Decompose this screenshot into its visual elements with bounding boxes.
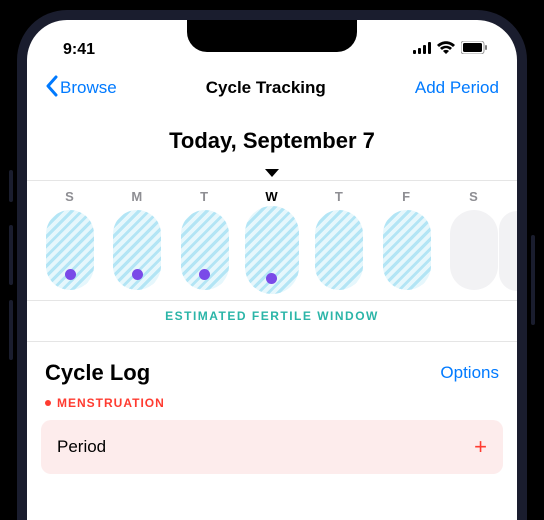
next-day-peek (499, 211, 517, 291)
day-column[interactable]: M (106, 189, 168, 294)
side-button-volume-down (9, 300, 13, 360)
red-dot-icon (45, 400, 51, 406)
menstruation-text: MENSTRUATION (57, 396, 165, 410)
day-letter: S (65, 189, 75, 204)
day-letter: T (200, 189, 209, 204)
back-label: Browse (60, 78, 117, 98)
cellular-icon (413, 41, 431, 59)
wifi-icon (437, 41, 455, 59)
add-period-button[interactable]: Add Period (415, 78, 499, 98)
options-button[interactable]: Options (440, 363, 499, 383)
nav-title: Cycle Tracking (206, 78, 326, 98)
day-pill (181, 210, 229, 290)
phone-frame: 9:41 Browse Cycle Tracking Add Period To… (17, 10, 527, 520)
day-pill (450, 210, 498, 290)
day-letter: M (131, 189, 143, 204)
navigation-bar: Browse Cycle Tracking Add Period (27, 66, 517, 110)
cycle-log-title: Cycle Log (45, 360, 150, 386)
day-letter: S (469, 189, 479, 204)
fertile-window-label: ESTIMATED FERTILE WINDOW (27, 301, 517, 342)
ovulation-dot-icon (266, 273, 277, 284)
side-button-power (531, 235, 535, 325)
menstruation-section-label: MENSTRUATION (27, 390, 517, 416)
period-row[interactable]: Period + (41, 420, 503, 474)
day-letter: W (265, 189, 278, 204)
day-pill (113, 210, 161, 290)
period-label: Period (57, 437, 106, 457)
status-time: 9:41 (63, 41, 95, 59)
notch (187, 20, 357, 52)
day-column[interactable]: S (39, 189, 101, 294)
day-pill (46, 210, 94, 290)
ovulation-dot-icon (65, 269, 76, 280)
day-column[interactable]: F (376, 189, 438, 294)
ovulation-dot-icon (199, 269, 210, 280)
side-button-silent (9, 170, 13, 202)
side-button-volume-up (9, 225, 13, 285)
day-column[interactable]: W (241, 189, 303, 294)
today-heading: Today, September 7 (27, 110, 517, 164)
day-pill (383, 210, 431, 290)
cycle-log-header: Cycle Log Options (27, 342, 517, 390)
back-button[interactable]: Browse (45, 75, 117, 102)
chevron-left-icon (45, 75, 58, 102)
plus-icon: + (474, 434, 487, 460)
day-column[interactable]: T (308, 189, 370, 294)
day-column[interactable]: T (174, 189, 236, 294)
day-pill (315, 210, 363, 290)
day-letter: F (402, 189, 411, 204)
battery-icon (461, 41, 487, 59)
week-strip[interactable]: SMTWTFS (27, 180, 517, 301)
ovulation-dot-icon (132, 269, 143, 280)
status-indicators (413, 41, 487, 59)
day-column[interactable]: S (443, 189, 505, 294)
day-pill (245, 206, 299, 294)
day-letter: T (335, 189, 344, 204)
